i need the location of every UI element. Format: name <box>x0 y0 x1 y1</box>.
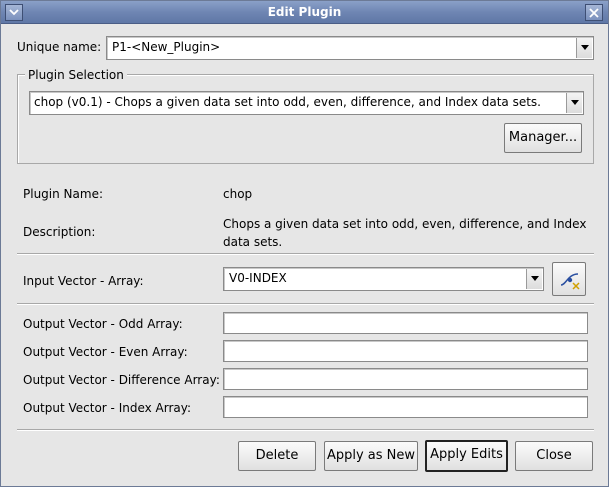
output-index-label: Output Vector - Index Array: <box>23 401 192 415</box>
vector-select-button[interactable] <box>552 262 586 296</box>
edit-plugin-dialog: Edit Plugin Unique name: P1-<New_Plugin>… <box>0 0 609 487</box>
output-odd-input[interactable] <box>223 312 588 334</box>
separator <box>17 253 594 255</box>
input-vector-dropdown-button[interactable] <box>526 269 542 289</box>
plugin-name-value: chop <box>223 187 253 201</box>
description-line-2: data sets. <box>223 235 283 249</box>
description-label: Description: <box>23 225 96 239</box>
input-vector-value: V0-INDEX <box>229 271 287 285</box>
plugin-name-label: Plugin Name: <box>23 187 103 201</box>
dropdown-arrow-icon <box>581 45 589 50</box>
input-vector-combo[interactable]: V0-INDEX <box>223 267 544 291</box>
output-index-input[interactable] <box>223 396 588 418</box>
unique-name-dropdown-button[interactable] <box>576 38 592 58</box>
close-button[interactable]: Close <box>515 441 593 471</box>
title-bar: Edit Plugin <box>1 1 608 24</box>
description-line-1: Chops a given data set into odd, even, d… <box>223 217 587 231</box>
plugin-select-value: chop (v0.1) - Chops a given data set int… <box>34 95 541 109</box>
window-title: Edit Plugin <box>267 5 342 19</box>
unique-name-value: P1-<New_Plugin> <box>112 40 221 54</box>
separator <box>17 303 594 305</box>
unique-name-combo[interactable]: P1-<New_Plugin> <box>106 36 594 60</box>
plugin-select-dropdown-button[interactable] <box>566 93 582 113</box>
dropdown-arrow-icon <box>531 276 539 281</box>
separator <box>17 429 594 431</box>
plugin-select-combo[interactable]: chop (v0.1) - Chops a given data set int… <box>29 91 584 115</box>
dropdown-arrow-icon <box>571 100 579 105</box>
output-difference-input[interactable] <box>223 368 588 390</box>
manager-button[interactable]: Manager... <box>504 123 582 153</box>
input-vector-label: Input Vector - Array: <box>23 274 144 288</box>
plugin-selection-title: Plugin Selection <box>25 68 127 82</box>
delete-button[interactable]: Delete <box>238 441 316 471</box>
output-difference-label: Output Vector - Difference Array: <box>23 373 220 387</box>
output-odd-label: Output Vector - Odd Array: <box>23 317 183 331</box>
output-even-input[interactable] <box>223 340 588 362</box>
output-even-label: Output Vector - Even Array: <box>23 345 188 359</box>
apply-as-new-button[interactable]: Apply as New <box>324 441 418 471</box>
vector-select-icon <box>560 273 580 290</box>
unique-name-label: Unique name: <box>17 40 102 54</box>
apply-edits-button[interactable]: Apply Edits <box>425 440 508 472</box>
window-close-button[interactable] <box>585 4 603 21</box>
close-icon <box>589 8 599 18</box>
